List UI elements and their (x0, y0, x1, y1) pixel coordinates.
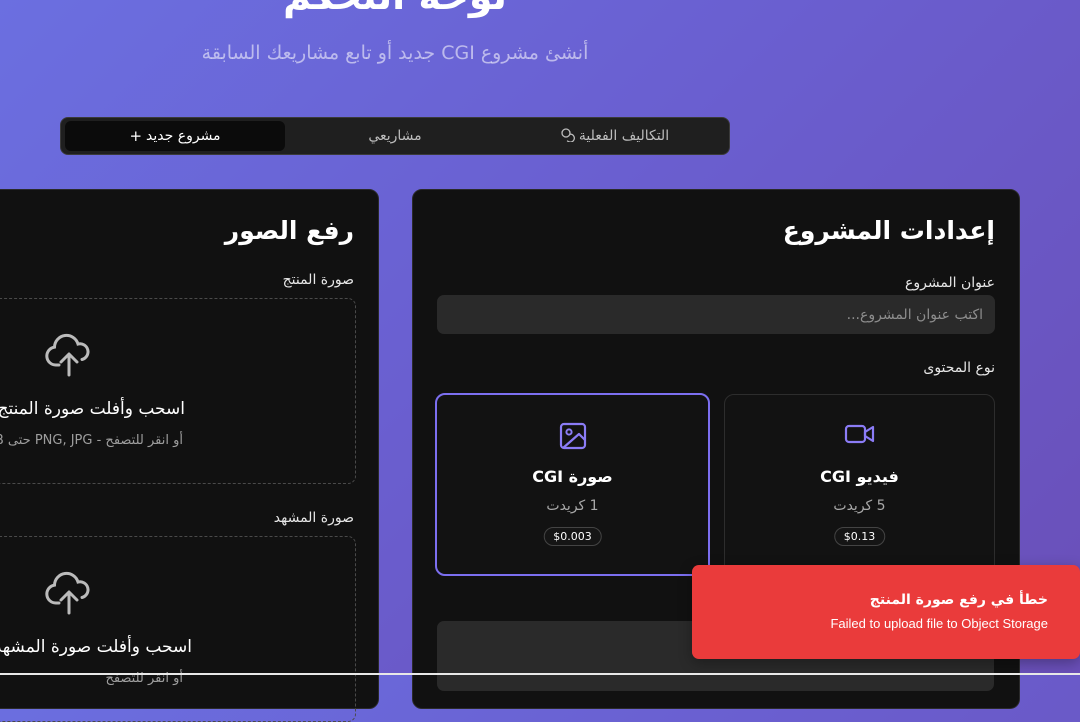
video-card-title: فيديو CGI (820, 467, 899, 486)
video-card-credits: 5 كريدت (833, 498, 886, 514)
main-tabs: مشروع جديد + مشاريعي التكاليف الفعلية (60, 117, 730, 155)
project-title-input[interactable] (437, 295, 995, 334)
content-type-label: نوع المحتوى (923, 360, 995, 376)
cloud-upload-icon (45, 333, 93, 381)
page-title: لوحة التحكم (0, 0, 790, 18)
plus-icon: + (129, 126, 143, 145)
coins-icon (561, 127, 575, 145)
tab-actual-costs[interactable]: التكاليف الفعلية (505, 121, 725, 151)
image-card-price-badge: $0.003 (543, 527, 602, 546)
tab-new-project[interactable]: مشروع جديد + (65, 121, 285, 151)
content-type-image-card[interactable]: صورة CGI 1 كريدت $0.003 (435, 393, 710, 576)
tab-new-project-label: مشروع جديد (146, 128, 221, 144)
scene-drop-title: اسحب وأفلت صورة المشهد (0, 637, 192, 657)
product-image-label: صورة المنتج (282, 272, 354, 288)
product-image-dropzone[interactable]: اسحب وأفلت صورة المنتج أو انقر للتصفح - … (0, 298, 356, 484)
image-card-title: صورة CGI (532, 467, 613, 486)
tab-my-projects-label: مشاريعي (368, 128, 422, 144)
project-title-label: عنوان المشروع (904, 275, 995, 291)
scene-image-dropzone[interactable]: اسحب وأفلت صورة المشهد أو انقر للتصفح (0, 536, 356, 722)
settings-panel-title: إعدادات المشروع (782, 216, 995, 245)
scene-image-label: صورة المشهد (273, 510, 354, 526)
error-toast[interactable]: خطأ في رفع صورة المنتج Failed to upload … (692, 565, 1080, 659)
video-card-price-badge: $0.13 (833, 527, 886, 546)
content-type-video-card[interactable]: فيديو CGI 5 كريدت $0.13 (724, 394, 995, 575)
upload-panel-title: رفع الصور (224, 216, 354, 245)
product-drop-title: اسحب وأفلت صورة المنتج (0, 399, 185, 419)
tab-my-projects[interactable]: مشاريعي (285, 121, 505, 151)
upload-panel: رفع الصور صورة المنتج اسحب وأفلت صورة ال… (0, 189, 379, 722)
tab-actual-costs-label: التكاليف الفعلية (578, 128, 670, 144)
toast-message: Failed to upload file to Object Storage (830, 616, 1048, 631)
product-drop-hint: أو انقر للتصفح - PNG, JPG حتى 10MB (0, 433, 183, 448)
image-icon (558, 421, 588, 455)
image-card-credits: 1 كريدت (546, 498, 599, 514)
cloud-upload-icon (45, 571, 93, 619)
page-subtitle: أنشئ مشروع CGI جديد أو تابع مشاريعك السا… (201, 42, 589, 64)
toast-title: خطأ في رفع صورة المنتج (869, 592, 1048, 608)
video-camera-icon (844, 421, 876, 451)
